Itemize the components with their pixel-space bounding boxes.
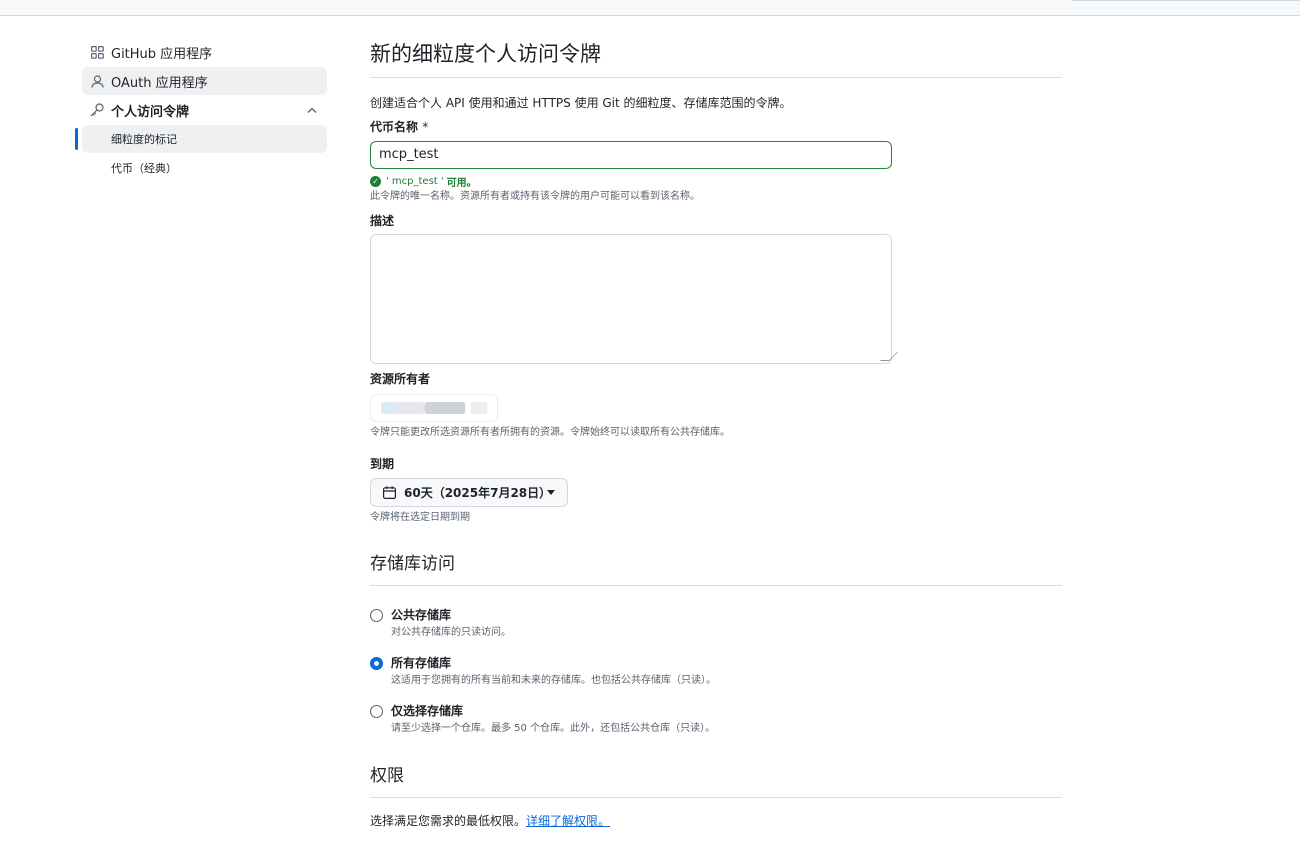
radio-button-checked[interactable] [370,657,383,670]
settings-sidebar: GitHub 应用程序 OAuth 应用程序 个人访问令牌 细粒度的标记 代币（… [75,38,327,183]
key-icon [90,103,104,117]
redacted-text [471,402,487,414]
token-name-label: 代币名称 * [370,118,1062,136]
main-content: 新的细粒度个人访问令牌 创建适合个人 API 使用和通过 HTTPS 使用 Gi… [370,38,1062,829]
sidebar-item-label: GitHub 应用程序 [111,46,213,62]
expiration-label: 到期 [370,457,395,471]
expiration-value: 60天（2025年7月28日） [404,486,552,500]
radio-public-repos[interactable]: 公共存储库 对公共存储库的只读访问。 [370,607,1062,641]
sidebar-subitem-label: 代币（经典） [111,162,177,175]
radio-hint: 对公共存储库的只读访问。 [391,627,511,638]
top-bar-divider [1072,0,1300,1]
sidebar-item-personal-access-tokens[interactable]: 个人访问令牌 [82,96,327,124]
redacted-avatar [381,402,395,414]
token-name-status-name: ' mcp_test ' [386,175,444,187]
resize-handle[interactable] [880,352,898,361]
expiration-hint: 令牌将在选定日期到期 [370,512,470,523]
page-description: 创建适合个人 API 使用和通过 HTTPS 使用 Git 的细粒度、存储库范围… [370,96,792,110]
resource-owner-select[interactable] [370,394,498,422]
page-title: 新的细粒度个人访问令牌 [370,38,1062,78]
radio-selected-repos[interactable]: 仅选择存储库 请至少选择一个仓库。最多 50 个仓库。此外，还包括公共仓库（只读… [370,703,1062,737]
sidebar-item-github-apps[interactable]: GitHub 应用程序 [82,38,327,66]
radio-button[interactable] [370,609,383,622]
radio-label: 仅选择存储库 [391,704,464,718]
token-name-hint: 此令牌的唯一名称。资源所有者或持有该令牌的用户可能可以看到该名称。 [370,191,700,202]
token-name-input[interactable]: mcp_test [370,141,892,169]
sidebar-subitem-label: 细粒度的标记 [111,133,177,146]
radio-all-repos[interactable]: 所有存储库 这适用于您拥有的所有当前和未来的存储库。也包括公共存储库（只读）。 [370,655,1062,689]
token-name-status-text: 可用。 [446,177,477,189]
token-name-status: ✓ ' mcp_test ' 可用。 [370,173,1062,189]
redacted-text [425,402,465,414]
description-label: 描述 [370,214,395,228]
redacted-text [395,402,425,414]
permissions-title: 权限 [370,763,1062,798]
sidebar-subitem-fine-grained-tokens[interactable]: 细粒度的标记 [75,125,327,153]
sidebar-item-label: OAuth 应用程序 [111,75,208,91]
caret-down-icon [547,490,555,495]
radio-hint: 请至少选择一个仓库。最多 50 个仓库。此外，还包括公共仓库（只读）。 [391,723,716,734]
sidebar-item-oauth-apps[interactable]: OAuth 应用程序 [82,67,327,95]
check-circle-icon: ✓ [370,175,381,187]
resource-owner-hint: 令牌只能更改所选资源所有者所拥有的资源。令牌始终可以读取所有公共存储库。 [370,427,730,438]
token-name-label-text: 代币名称 [370,120,419,134]
apps-icon [90,45,104,59]
radio-label: 所有存储库 [391,656,452,670]
top-bar [0,0,1300,16]
sidebar-item-label: 个人访问令牌 [111,104,190,120]
permissions-description: 选择满足您需求的最低权限。详细了解权限。 [370,812,1062,829]
repo-access-title: 存储库访问 [370,551,1062,586]
permissions-text: 选择满足您需求的最低权限。 [370,814,527,828]
radio-hint: 这适用于您拥有的所有当前和未来的存储库。也包括公共存储库（只读）。 [391,675,716,686]
chevron-up-icon[interactable] [307,107,317,113]
radio-label: 公共存储库 [391,608,452,622]
description-textarea[interactable] [370,234,898,364]
resource-owner-label: 资源所有者 [370,372,431,386]
required-mark: * [422,120,429,134]
calendar-icon [383,486,396,499]
radio-button[interactable] [370,705,383,718]
sidebar-subitem-classic-tokens[interactable]: 代币（经典） [82,154,327,182]
expiration-select[interactable]: 60天（2025年7月28日） [370,478,568,507]
person-icon [90,74,104,88]
active-indicator [75,128,78,150]
learn-permissions-link[interactable]: 详细了解权限。 [526,814,610,828]
